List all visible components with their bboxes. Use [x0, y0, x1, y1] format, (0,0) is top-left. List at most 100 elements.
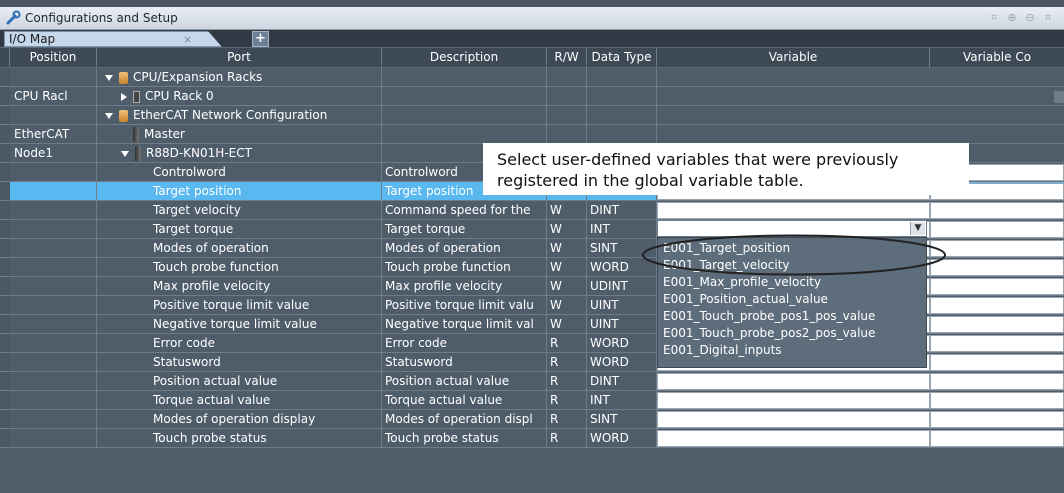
close-icon[interactable]: × [183, 32, 192, 47]
tree-row[interactable]: EtherCAT Network Configuration [0, 106, 1064, 125]
device-icon [133, 127, 139, 142]
variable-comment-cell[interactable] [930, 373, 1064, 390]
variable-comment-cell[interactable] [930, 259, 1064, 276]
variable-comment-cell[interactable] [930, 240, 1064, 257]
variable-cell[interactable] [657, 430, 930, 447]
callout-box: Select user-defined variables that were … [483, 143, 969, 195]
variable-comment-cell[interactable] [930, 316, 1064, 333]
variable-option[interactable]: E001_Max_profile_velocity [663, 274, 821, 290]
variable-comment-cell[interactable] [930, 278, 1064, 295]
fit-width-icon[interactable]: ⌗ [1042, 12, 1054, 24]
table-row[interactable]: Modes of operation display Modes of opera… [0, 410, 1064, 429]
row-gutter [0, 429, 10, 447]
variable-cell[interactable] [657, 411, 930, 428]
tree-row[interactable]: CPU Racl CPU Rack 0 [0, 87, 1064, 106]
rack-group-icon [119, 71, 128, 84]
variable-comment-cell[interactable] [930, 335, 1064, 352]
cell-port: Torque actual value [97, 391, 382, 409]
cell-rw: R [547, 391, 587, 409]
cell-port: Modes of operation display [97, 410, 382, 428]
tree-row[interactable]: EtherCAT Master [0, 125, 1064, 144]
variable-cell[interactable] [657, 392, 930, 409]
expand-down-icon[interactable] [121, 150, 129, 157]
column-headers: Position Port Description R/W Data Type … [0, 48, 1064, 67]
cell-rw: R [547, 429, 587, 447]
cell-description [382, 106, 547, 124]
cell-position [10, 201, 97, 219]
cell-position [10, 277, 97, 295]
variable-cell[interactable] [657, 373, 930, 390]
header-position[interactable]: Position [10, 48, 97, 67]
cell-description: Position actual value [382, 372, 547, 390]
cell-position [10, 220, 97, 238]
cell-port: Statusword [97, 353, 382, 371]
variable-comment-cell[interactable] [930, 202, 1064, 219]
port-label: Error code [153, 336, 216, 350]
row-gutter [0, 125, 10, 143]
chevron-down-icon[interactable]: ▼ [910, 222, 925, 235]
row-gutter [0, 182, 10, 200]
cell-port: Touch probe function [97, 258, 382, 276]
table-row[interactable]: Torque actual value Torque actual value R I… [0, 391, 1064, 410]
row-gutter [0, 315, 10, 333]
scroll-up-button[interactable] [1054, 91, 1064, 103]
row-gutter [0, 87, 10, 105]
variable-option[interactable]: E001_Target_position [663, 240, 790, 256]
expand-down-icon[interactable] [105, 74, 113, 81]
cell-data-type: SINT [587, 410, 657, 428]
variable-cell[interactable] [657, 202, 930, 219]
cell-data-type: UINT [587, 296, 657, 314]
cell-data-type: UINT [587, 315, 657, 333]
cell-description: Command speed for the [382, 201, 547, 219]
cell-description [382, 68, 547, 86]
cell-position: Node1 [10, 144, 97, 162]
header-data-type[interactable]: Data Type [587, 48, 657, 67]
header-description[interactable]: Description [382, 48, 547, 67]
port-label: Touch probe status [153, 431, 267, 445]
cell-data-type [587, 125, 657, 143]
cell-position [10, 68, 97, 86]
zoom-out-icon[interactable]: ⊖ [1024, 12, 1036, 24]
variable-comment-cell[interactable] [930, 221, 1064, 238]
expand-down-icon[interactable] [105, 112, 113, 119]
table-row[interactable]: Touch probe status Touch probe status R WOR… [0, 429, 1064, 448]
variable-comment-cell[interactable] [930, 392, 1064, 409]
tree-row[interactable]: CPU/Expansion Racks [0, 68, 1064, 87]
variable-comment-cell[interactable] [930, 297, 1064, 314]
header-variable[interactable]: Variable [657, 48, 930, 67]
variable-option[interactable]: E001_Digital_inputs [663, 342, 782, 358]
cell-port: Target position [97, 182, 382, 200]
cell-rw: R [547, 410, 587, 428]
variable-option[interactable]: E001_Touch_probe_pos1_pos_value [663, 308, 875, 324]
zoom-toolbar: ⌗ ⊕ ⊖ ⌗ [988, 12, 1054, 24]
cell-position [10, 239, 97, 257]
fit-icon[interactable]: ⌗ [988, 12, 1000, 24]
cell-port: EtherCAT Network Configuration [97, 106, 382, 124]
variable-option[interactable]: E001_Position_actual_value [663, 291, 828, 307]
collapse-right-icon[interactable] [121, 92, 127, 101]
add-tab-button[interactable]: + [252, 31, 269, 47]
cell-rw: W [547, 258, 587, 276]
variable-dropdown[interactable]: ▼ [657, 220, 927, 237]
cell-position [10, 353, 97, 371]
cell-description: Max profile velocity [382, 277, 547, 295]
header-rw[interactable]: R/W [547, 48, 587, 67]
cell-port: Touch probe status [97, 429, 382, 447]
tab-io-map[interactable]: I/O Map × [4, 31, 222, 47]
variable-comment-cell[interactable] [930, 430, 1064, 447]
header-variable-comment[interactable]: Variable Co [930, 48, 1064, 67]
variable-comment-cell[interactable] [930, 411, 1064, 428]
header-port[interactable]: Port [97, 48, 382, 67]
callout-line-1: Select user-defined variables that were … [497, 150, 899, 169]
cell-port: Max profile velocity [97, 277, 382, 295]
cell-port: CPU/Expansion Racks [97, 68, 382, 86]
variable-option[interactable]: E001_Target_velocity [663, 257, 790, 273]
variable-option[interactable]: E001_Touch_probe_pos2_pos_value [663, 325, 875, 341]
variable-comment-cell[interactable] [930, 354, 1064, 371]
cell-description: Modes of operation displ [382, 410, 547, 428]
zoom-in-icon[interactable]: ⊕ [1006, 12, 1018, 24]
table-row[interactable]: Target velocity Command speed for the W DIN… [0, 201, 1064, 220]
cell-port: CPU Rack 0 [97, 87, 382, 105]
table-row[interactable]: Position actual value Position actual val… [0, 372, 1064, 391]
cell-position [10, 106, 97, 124]
